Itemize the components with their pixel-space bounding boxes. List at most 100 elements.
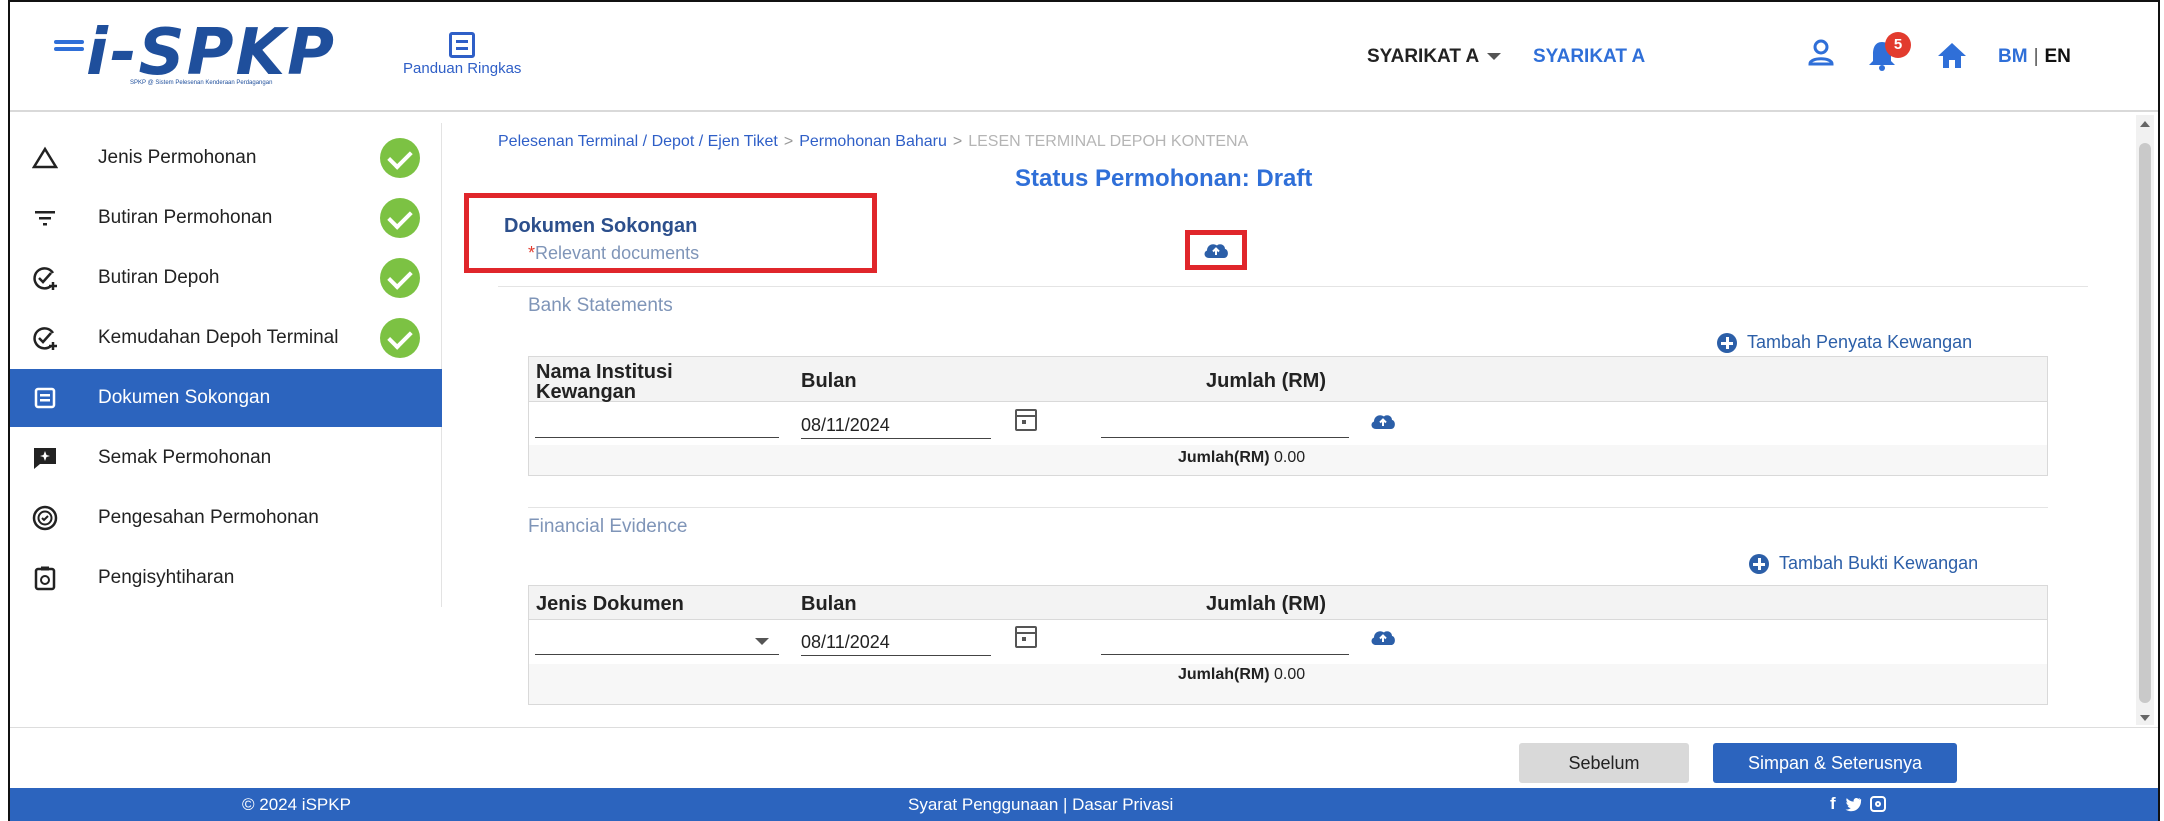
company-link[interactable]: SYARIKAT A xyxy=(1533,46,1645,68)
breadcrumb-item[interactable]: Permohonan Baharu xyxy=(799,133,947,150)
col-header-document-type: Jenis Dokumen xyxy=(536,593,684,615)
section-title: Dokumen Sokongan xyxy=(504,215,698,237)
add-financial-evidence-label: Tambah Bukti Kewangan xyxy=(1779,553,1979,573)
check-circle-icon xyxy=(380,258,420,298)
sidebar-item-semak-permohonan[interactable]: Semak Permohonan xyxy=(10,429,442,487)
company-dropdown-label: SYARIKAT A xyxy=(1367,46,1480,67)
cloud-upload-icon[interactable] xyxy=(1369,412,1397,430)
check-circle-icon xyxy=(380,318,420,358)
add-bank-statement-link[interactable]: Tambah Penyata Kewangan xyxy=(1717,332,1972,353)
scroll-down-arrow-icon[interactable] xyxy=(2140,715,2150,721)
calendar-icon[interactable] xyxy=(1015,409,1037,431)
action-bar: Sebelum Simpan & Seterusnya xyxy=(10,727,2158,788)
logo-subtitle: SPKP @ Sistem Pelesenan Kenderaan Perdag… xyxy=(130,80,273,86)
total-label: Jumlah(RM) xyxy=(1178,449,1270,466)
guide-document-icon xyxy=(449,32,476,58)
document-icon xyxy=(30,383,60,413)
amount-input[interactable] xyxy=(1101,437,1349,438)
sidebar-item-label: Pengisyhtiharan xyxy=(98,567,235,588)
bank-total: Jumlah(RM) 0.00 xyxy=(1178,449,1305,467)
amount-input[interactable] xyxy=(1101,654,1349,655)
col-header-month: Bulan xyxy=(801,370,857,392)
scroll-up-arrow-icon[interactable] xyxy=(2140,121,2150,127)
breadcrumb-item[interactable]: Pelesenan Terminal / Depot / Ejen Tiket xyxy=(498,133,778,150)
check-plus-icon xyxy=(30,323,60,353)
review-icon xyxy=(30,443,60,473)
sidebar-item-jenis-permohonan[interactable]: Jenis Permohonan xyxy=(10,129,442,187)
twitter-icon[interactable] xyxy=(1844,797,1862,812)
chevron-down-icon[interactable] xyxy=(755,638,769,645)
vertical-scrollbar[interactable] xyxy=(2136,115,2154,725)
scroll-thumb[interactable] xyxy=(2139,143,2151,703)
sidebar-item-label: Butiran Depoh xyxy=(98,267,220,288)
lang-en-link[interactable]: EN xyxy=(2045,46,2071,67)
sidebar-item-label: Semak Permohonan xyxy=(98,447,272,468)
breadcrumb-separator: > xyxy=(952,133,963,150)
required-mark: * xyxy=(528,243,536,263)
cloud-upload-icon[interactable] xyxy=(1202,241,1230,259)
lang-bm-link[interactable]: BM xyxy=(1998,46,2028,67)
month-input-underline xyxy=(801,655,991,656)
declaration-icon xyxy=(30,563,60,593)
footer: © 2024 iSPKP Syarat Penggunaan | Dasar P… xyxy=(10,788,2158,821)
footer-copyright: © 2024 iSPKP xyxy=(242,795,351,814)
footer-links[interactable]: Syarat Penggunaan | Dasar Privasi xyxy=(908,795,1173,815)
document-type-select[interactable] xyxy=(535,654,779,655)
check-circle-icon xyxy=(380,198,420,238)
sidebar-item-butiran-permohonan[interactable]: Butiran Permohonan xyxy=(10,189,442,247)
calendar-icon[interactable] xyxy=(1015,626,1037,648)
ispkp-logo[interactable]: i-SPKP SPKP @ Sistem Pelesenan Kenderaan… xyxy=(86,18,406,88)
cloud-upload-icon[interactable] xyxy=(1369,628,1397,646)
quick-guide-link[interactable]: Panduan Ringkas xyxy=(403,32,521,78)
previous-button[interactable]: Sebelum xyxy=(1519,743,1689,783)
col-header-amount: Jumlah (RM) xyxy=(1206,593,1326,615)
total-value: 0.00 xyxy=(1274,666,1306,683)
financial-total: Jumlah(RM) 0.00 xyxy=(1178,666,1305,684)
facebook-icon[interactable]: f xyxy=(1830,794,1836,814)
instagram-icon[interactable] xyxy=(1869,796,1886,812)
company-dropdown[interactable]: SYARIKAT A xyxy=(1367,46,1502,68)
institution-input[interactable] xyxy=(535,437,779,438)
user-icon[interactable] xyxy=(1807,38,1835,66)
sidebar-item-butiran-depoh[interactable]: Butiran Depoh xyxy=(10,249,442,307)
page-title: Status Permohonan: Draft xyxy=(1015,165,1313,192)
check-plus-icon xyxy=(30,263,60,293)
total-label: Jumlah(RM) xyxy=(1178,666,1270,683)
sidebar-item-kemudahan-depoh-terminal[interactable]: Kemudahan Depoh Terminal xyxy=(10,309,442,367)
col-header-month: Bulan xyxy=(801,593,857,615)
sidebar-item-pengesahan-permohonan[interactable]: Pengesahan Permohonan xyxy=(10,489,442,547)
sidebar-item-label: Pengesahan Permohonan xyxy=(98,507,319,528)
sidebar-item-pengisyhtiharan[interactable]: Pengisyhtiharan xyxy=(10,549,442,607)
bank-statements-title: Bank Statements xyxy=(528,295,673,316)
plus-circle-icon xyxy=(1717,332,1737,353)
breadcrumb: Pelesenan Terminal / Depot / Ejen Tiket >… xyxy=(498,133,1248,151)
sidebar-item-label: Kemudahan Depoh Terminal xyxy=(98,327,339,348)
check-circle-icon xyxy=(380,138,420,178)
total-value: 0.00 xyxy=(1274,449,1306,466)
month-input-value[interactable]: 08/11/2024 xyxy=(801,415,890,436)
month-input-value[interactable]: 08/11/2024 xyxy=(801,632,890,653)
main-content: Pelesenan Terminal / Depot / Ejen Tiket >… xyxy=(442,123,2138,723)
section-subtitle-text: Relevant documents xyxy=(535,243,700,263)
home-icon[interactable] xyxy=(1936,40,1968,70)
add-financial-evidence-link[interactable]: Tambah Bukti Kewangan xyxy=(1749,553,1978,574)
guide-label: Panduan Ringkas xyxy=(403,60,522,77)
col-header-amount: Jumlah (RM) xyxy=(1206,370,1326,392)
notification-badge: 5 xyxy=(1885,32,1911,58)
sidebar-item-label: Jenis Permohonan xyxy=(98,147,257,168)
plus-circle-icon xyxy=(1749,553,1769,574)
sidebar-item-dokumen-sokongan[interactable]: Dokumen Sokongan xyxy=(10,369,442,427)
triangle-icon xyxy=(30,143,60,173)
financial-evidence-table: Jenis Dokumen Bulan Jumlah (RM) 08/11/20… xyxy=(528,585,2048,705)
section-divider xyxy=(498,286,2088,287)
top-header: i-SPKP SPKP @ Sistem Pelesenan Kenderaan… xyxy=(10,2,2158,112)
section-subtitle: *Relevant documents xyxy=(528,243,699,264)
logo-text: i-SPKP xyxy=(86,16,336,90)
section-divider xyxy=(528,507,2048,508)
save-and-continue-button[interactable]: Simpan & Seterusnya xyxy=(1713,743,1957,783)
menu-icon[interactable] xyxy=(54,40,84,58)
month-input-underline xyxy=(801,438,991,439)
add-bank-statement-label: Tambah Penyata Kewangan xyxy=(1747,332,1973,352)
col-header-institution: Nama Institusi Kewangan xyxy=(536,361,673,403)
lang-separator: | xyxy=(2033,46,2039,67)
